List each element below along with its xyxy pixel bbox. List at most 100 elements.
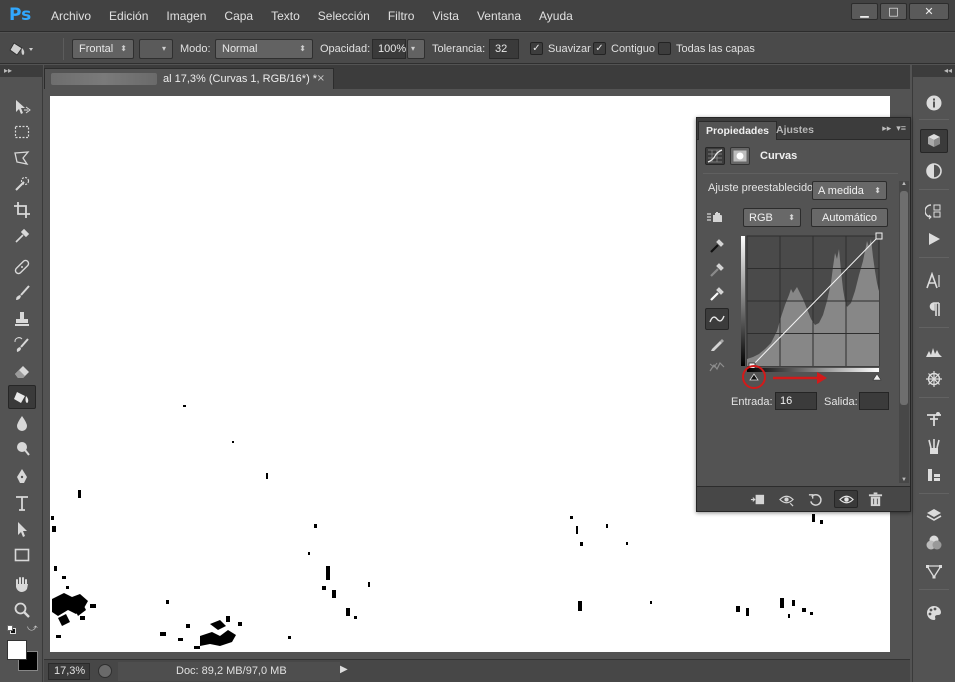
panel-scrollbar[interactable]: ▲ ▼	[899, 181, 909, 483]
toggle-visibility-button[interactable]	[834, 490, 858, 508]
auto-button[interactable]: Automático	[811, 208, 888, 227]
menu-capa[interactable]: Capa	[215, 0, 262, 32]
foreground-color-swatch[interactable]	[7, 640, 27, 660]
move-tool[interactable]	[8, 95, 36, 119]
close-window-button[interactable]: ✕	[909, 3, 949, 20]
menu-vista[interactable]: Vista	[423, 0, 467, 32]
quick-selection-tool[interactable]	[8, 172, 36, 196]
pattern-picker[interactable]: ▾	[139, 38, 173, 59]
smooth-curve-tool[interactable]	[705, 356, 729, 378]
curves-graph[interactable]	[737, 231, 887, 391]
preset-dropdown[interactable]: A medida ⬍	[812, 181, 887, 200]
scroll-up-icon[interactable]: ▲	[901, 181, 907, 187]
info-panel-button[interactable]	[920, 91, 948, 115]
tool-preset-picker[interactable]	[6, 33, 36, 64]
white-point-eyedropper[interactable]	[705, 283, 729, 305]
marquee-tool[interactable]	[8, 120, 36, 144]
eyedropper-tool[interactable]	[8, 224, 36, 248]
tab-ajustes[interactable]: Ajustes	[769, 121, 821, 140]
clone-source-panel-button[interactable]	[920, 367, 948, 391]
status-info-icon[interactable]	[98, 664, 112, 678]
reset-adjustment-button[interactable]	[803, 490, 827, 508]
path-selection-tool[interactable]	[8, 517, 36, 541]
menu-archivo[interactable]: Archivo	[42, 0, 100, 32]
menu-filtro[interactable]: Filtro	[379, 0, 424, 32]
delete-adjustment-button[interactable]	[863, 490, 887, 508]
scrollbar-thumb[interactable]	[900, 191, 908, 405]
view-previous-state-button[interactable]	[774, 490, 798, 508]
menu-imagen[interactable]: Imagen	[157, 0, 215, 32]
healing-brush-tool[interactable]	[8, 255, 36, 279]
opacity-dropdown-button[interactable]: ▾	[407, 38, 425, 59]
brush-presets-panel-button[interactable]	[920, 339, 948, 363]
black-point-eyedropper[interactable]	[705, 235, 729, 257]
white-point-slider[interactable]	[872, 373, 882, 381]
menu-ventana[interactable]: Ventana	[468, 0, 530, 32]
clone-stamp-tool[interactable]	[8, 307, 36, 331]
properties-panel-button[interactable]	[920, 129, 948, 153]
panel-collapse-grip[interactable]: ▸▸	[0, 65, 43, 77]
close-tab-icon[interactable]: ×	[317, 73, 325, 84]
hand-tool[interactable]	[8, 572, 36, 596]
photoshop-logo[interactable]: Ps	[9, 5, 31, 25]
layer-mask-icon[interactable]	[730, 147, 750, 165]
contiguous-checkbox[interactable]: ✓ Contiguo	[593, 33, 655, 64]
document-tab[interactable]: al 17,3% (Curvas 1, RGB/16*) * ×	[44, 68, 334, 89]
antialias-checkbox[interactable]: ✓ Suavizar	[530, 33, 591, 64]
paint-bucket-tool[interactable]	[8, 385, 36, 409]
curves-adjustment-icon[interactable]	[705, 147, 725, 165]
styles-panel-button[interactable]	[920, 601, 948, 625]
menu-ayuda[interactable]: Ayuda	[530, 0, 582, 32]
type-tool[interactable]	[8, 491, 36, 515]
mode-dropdown[interactable]: Normal ⬍	[215, 38, 313, 59]
rectangle-tool[interactable]	[8, 543, 36, 567]
black-point-slider[interactable]	[749, 373, 759, 381]
output-value-field[interactable]	[859, 392, 889, 410]
adjustments-panel-button[interactable]	[920, 159, 948, 183]
all-layers-checkbox[interactable]: Todas las capas	[658, 33, 755, 64]
menu-edicion[interactable]: Edición	[100, 0, 157, 32]
zoom-level-field[interactable]: 17,3%	[48, 663, 90, 680]
zoom-tool[interactable]	[8, 598, 36, 622]
pen-tool[interactable]	[8, 465, 36, 489]
tolerance-input[interactable]: 32	[489, 38, 519, 59]
channel-dropdown[interactable]: RGB ⬍	[743, 208, 801, 227]
status-menu-arrow-icon[interactable]: ▶	[340, 664, 348, 675]
blur-tool[interactable]	[8, 411, 36, 435]
curve-endpoint-white[interactable]	[875, 232, 883, 240]
panel-menu-icon[interactable]: ▸▸ ▾≡	[882, 123, 906, 134]
input-value-field[interactable]: 16	[775, 392, 817, 410]
brush-panel-button[interactable]	[920, 435, 948, 459]
swap-colors-icon[interactable]: ⤻	[27, 623, 38, 634]
edit-points-tool[interactable]	[705, 308, 729, 330]
layers-panel-button[interactable]	[920, 503, 948, 527]
channels-panel-button[interactable]	[920, 531, 948, 555]
actions-panel-button[interactable]	[920, 227, 948, 251]
brush-tool[interactable]	[8, 281, 36, 305]
lasso-tool[interactable]	[8, 146, 36, 170]
swatches-panel-button[interactable]	[920, 463, 948, 487]
default-colors-icon[interactable]	[7, 625, 17, 635]
crop-tool[interactable]	[8, 198, 36, 222]
paths-panel-button[interactable]	[920, 559, 948, 583]
tool-presets-panel-button[interactable]	[920, 407, 948, 431]
minimize-button[interactable]: ▁	[851, 3, 878, 20]
draw-pencil-tool[interactable]	[705, 333, 729, 355]
dodge-tool[interactable]	[8, 437, 36, 461]
gray-point-eyedropper[interactable]	[705, 259, 729, 281]
tab-propiedades[interactable]: Propiedades	[698, 121, 778, 140]
menu-texto[interactable]: Texto	[262, 0, 309, 32]
dock-collapse-grip[interactable]: ◂◂	[913, 65, 955, 77]
character-panel-button[interactable]	[920, 269, 948, 293]
maximize-button[interactable]: □	[880, 3, 907, 20]
paragraph-panel-button[interactable]	[920, 297, 948, 321]
scroll-down-icon[interactable]: ▼	[901, 477, 907, 483]
on-image-adjust-button[interactable]	[707, 209, 727, 225]
eraser-tool[interactable]	[8, 359, 36, 383]
menu-seleccion[interactable]: Selección	[309, 0, 379, 32]
history-brush-tool[interactable]	[8, 333, 36, 357]
clip-to-layer-button[interactable]	[745, 490, 769, 508]
history-panel-button[interactable]	[920, 199, 948, 223]
fill-source-dropdown[interactable]: Frontal ⬍	[72, 38, 134, 59]
opacity-input[interactable]: 100%	[372, 38, 406, 59]
